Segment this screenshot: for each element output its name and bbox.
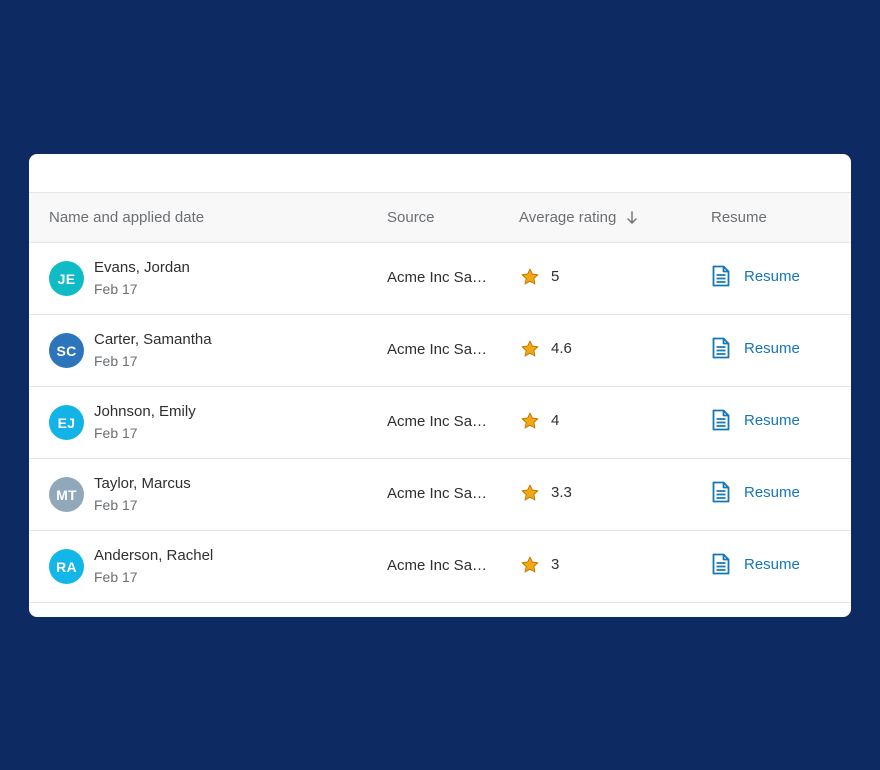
table-header: Name and applied date Source Average rat… bbox=[29, 193, 851, 243]
document-icon bbox=[712, 337, 730, 359]
table-row[interactable]: RA Anderson, Rachel Feb 17 Acme Inc Sa… … bbox=[29, 531, 851, 603]
document-icon bbox=[712, 481, 730, 503]
table-row[interactable]: SC Carter, Samantha Feb 17 Acme Inc Sa… … bbox=[29, 315, 851, 387]
column-header-resume: Resume bbox=[711, 209, 767, 226]
avatar: MT bbox=[49, 477, 84, 512]
document-icon bbox=[712, 553, 730, 575]
table-body: JE Evans, Jordan Feb 17 Acme Inc Sa… 5 R… bbox=[29, 243, 851, 603]
table-row-partial[interactable] bbox=[29, 603, 851, 617]
rating-value: 5 bbox=[551, 268, 560, 285]
source-value: Acme Inc Sa… bbox=[387, 557, 488, 574]
resume-link[interactable]: Resume bbox=[712, 337, 800, 359]
resume-label: Resume bbox=[744, 339, 800, 357]
rating-value: 3.3 bbox=[551, 484, 572, 501]
applied-date: Feb 17 bbox=[94, 425, 138, 441]
applied-date: Feb 17 bbox=[94, 569, 138, 585]
rating-value: 4.6 bbox=[551, 340, 572, 357]
candidates-card: Name and applied date Source Average rat… bbox=[29, 154, 851, 617]
column-header-rating[interactable]: Average rating bbox=[519, 209, 638, 226]
resume-label: Resume bbox=[744, 267, 800, 285]
card-toolbar bbox=[29, 154, 851, 193]
candidate-name[interactable]: Taylor, Marcus bbox=[94, 475, 191, 492]
resume-label: Resume bbox=[744, 411, 800, 429]
source-value: Acme Inc Sa… bbox=[387, 485, 488, 502]
column-header-source[interactable]: Source bbox=[387, 209, 435, 226]
source-value: Acme Inc Sa… bbox=[387, 341, 488, 358]
resume-label: Resume bbox=[744, 483, 800, 501]
avatar: EJ bbox=[49, 405, 84, 440]
arrow-down-icon bbox=[627, 211, 638, 224]
document-icon bbox=[712, 409, 730, 431]
star-icon bbox=[521, 268, 539, 285]
column-header-name[interactable]: Name and applied date bbox=[49, 209, 204, 226]
resume-link[interactable]: Resume bbox=[712, 409, 800, 431]
star-icon bbox=[521, 412, 539, 429]
source-value: Acme Inc Sa… bbox=[387, 269, 488, 286]
candidate-name[interactable]: Evans, Jordan bbox=[94, 259, 190, 276]
table-row[interactable]: MT Taylor, Marcus Feb 17 Acme Inc Sa… 3.… bbox=[29, 459, 851, 531]
resume-link[interactable]: Resume bbox=[712, 265, 800, 287]
resume-link[interactable]: Resume bbox=[712, 481, 800, 503]
applied-date: Feb 17 bbox=[94, 497, 138, 513]
candidate-name[interactable]: Carter, Samantha bbox=[94, 331, 212, 348]
table-row[interactable]: JE Evans, Jordan Feb 17 Acme Inc Sa… 5 R… bbox=[29, 243, 851, 315]
star-icon bbox=[521, 484, 539, 501]
star-icon bbox=[521, 556, 539, 573]
table-row[interactable]: EJ Johnson, Emily Feb 17 Acme Inc Sa… 4 … bbox=[29, 387, 851, 459]
avatar: SC bbox=[49, 333, 84, 368]
applied-date: Feb 17 bbox=[94, 281, 138, 297]
resume-link[interactable]: Resume bbox=[712, 553, 800, 575]
star-icon bbox=[521, 340, 539, 357]
applied-date: Feb 17 bbox=[94, 353, 138, 369]
avatar: RA bbox=[49, 549, 84, 584]
resume-label: Resume bbox=[744, 555, 800, 573]
rating-value: 3 bbox=[551, 556, 560, 573]
source-value: Acme Inc Sa… bbox=[387, 413, 488, 430]
candidate-name[interactable]: Anderson, Rachel bbox=[94, 547, 213, 564]
rating-value: 4 bbox=[551, 412, 560, 429]
column-header-rating-label: Average rating bbox=[519, 209, 617, 226]
candidate-name[interactable]: Johnson, Emily bbox=[94, 403, 196, 420]
avatar: JE bbox=[49, 261, 84, 296]
document-icon bbox=[712, 265, 730, 287]
